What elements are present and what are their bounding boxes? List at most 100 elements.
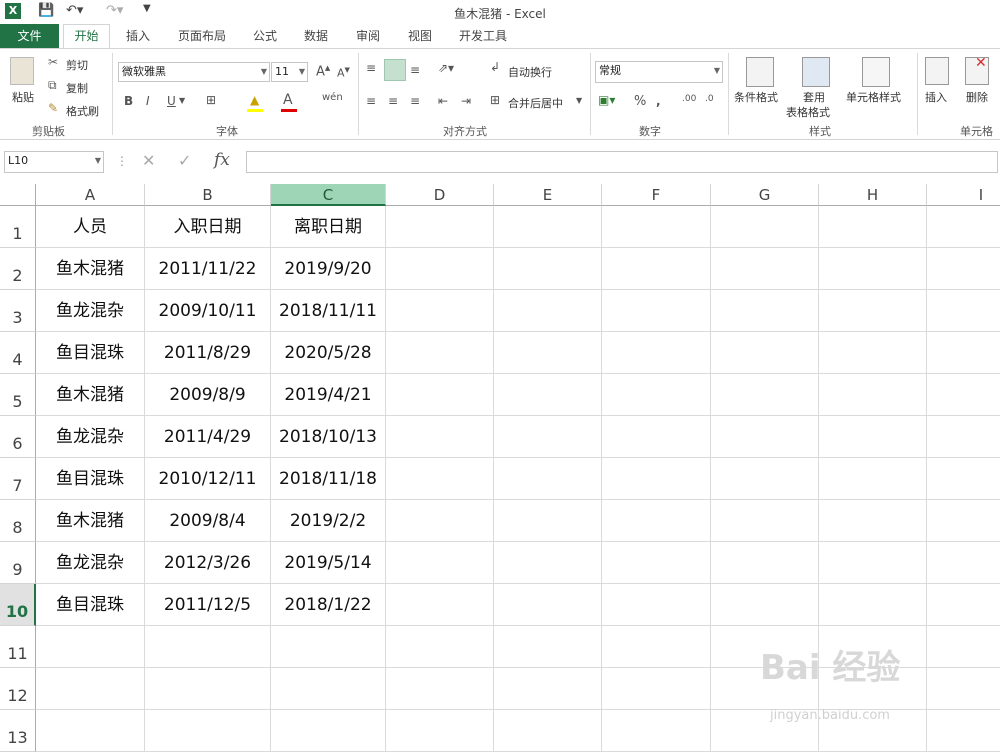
- cell-a12[interactable]: [36, 668, 145, 710]
- tab-review[interactable]: 审阅: [356, 27, 380, 44]
- cell-a2[interactable]: 鱼木混猪: [36, 248, 145, 290]
- align-left-icon[interactable]: ≡: [366, 94, 376, 108]
- cell-f10[interactable]: [602, 584, 711, 626]
- number-format-select[interactable]: 常规 ▼: [595, 61, 723, 83]
- comma-icon[interactable]: ,: [656, 94, 661, 108]
- row-header-7[interactable]: 7: [0, 458, 36, 500]
- cell-b11[interactable]: [145, 626, 271, 668]
- cell-i2[interactable]: [927, 248, 1000, 290]
- cell-a13[interactable]: [36, 710, 145, 752]
- cell-h7[interactable]: [819, 458, 927, 500]
- formula-input[interactable]: [246, 151, 998, 173]
- cell-d12[interactable]: [386, 668, 494, 710]
- cell-d1[interactable]: [386, 206, 494, 248]
- cell-c11[interactable]: [271, 626, 386, 668]
- cell-i4[interactable]: [927, 332, 1000, 374]
- cancel-icon[interactable]: ✕: [142, 151, 155, 170]
- cell-d9[interactable]: [386, 542, 494, 584]
- paste-icon[interactable]: [10, 57, 34, 85]
- cell-b4[interactable]: 2011/8/29: [145, 332, 271, 374]
- cell-f9[interactable]: [602, 542, 711, 584]
- cell-a3[interactable]: 鱼龙混杂: [36, 290, 145, 332]
- cell-i7[interactable]: [927, 458, 1000, 500]
- cell-e7[interactable]: [494, 458, 602, 500]
- row-header-8[interactable]: 8: [0, 500, 36, 542]
- row-header-3[interactable]: 3: [0, 290, 36, 332]
- row-header-12[interactable]: 12: [0, 668, 36, 710]
- cell-g8[interactable]: [711, 500, 819, 542]
- cell-f12[interactable]: [602, 668, 711, 710]
- align-center-icon[interactable]: ≡: [388, 94, 398, 108]
- cell-a7[interactable]: 鱼目混珠: [36, 458, 145, 500]
- cell-e4[interactable]: [494, 332, 602, 374]
- cell-d8[interactable]: [386, 500, 494, 542]
- cell-i13[interactable]: [927, 710, 1000, 752]
- cell-g10[interactable]: [711, 584, 819, 626]
- format-table-label-1[interactable]: 套用: [803, 89, 825, 105]
- cut-button[interactable]: 剪切: [66, 57, 88, 73]
- column-header-d[interactable]: D: [386, 184, 494, 206]
- orientation-icon[interactable]: ⇗▾: [438, 61, 454, 75]
- cell-c9[interactable]: 2019/5/14: [271, 542, 386, 584]
- cell-d13[interactable]: [386, 710, 494, 752]
- cell-h6[interactable]: [819, 416, 927, 458]
- cell-d7[interactable]: [386, 458, 494, 500]
- cell-g4[interactable]: [711, 332, 819, 374]
- cell-c7[interactable]: 2018/11/18: [271, 458, 386, 500]
- row-header-4[interactable]: 4: [0, 332, 36, 374]
- cell-c4[interactable]: 2020/5/28: [271, 332, 386, 374]
- column-header-i[interactable]: I: [927, 184, 1000, 206]
- row-header-13[interactable]: 13: [0, 710, 36, 752]
- cell-g3[interactable]: [711, 290, 819, 332]
- fill-color-icon[interactable]: ▲: [250, 93, 259, 107]
- cell-h5[interactable]: [819, 374, 927, 416]
- tab-insert[interactable]: 插入: [126, 27, 150, 44]
- increase-font-icon[interactable]: A▲: [316, 64, 330, 79]
- column-header-a[interactable]: A: [36, 184, 145, 206]
- cell-c8[interactable]: 2019/2/2: [271, 500, 386, 542]
- align-middle-icon[interactable]: [384, 59, 406, 81]
- row-header-5[interactable]: 5: [0, 374, 36, 416]
- cell-c5[interactable]: 2019/4/21: [271, 374, 386, 416]
- delete-button[interactable]: 删除: [966, 89, 988, 105]
- border-icon[interactable]: ⊞: [206, 93, 216, 107]
- decrease-decimal-icon[interactable]: .0: [705, 94, 714, 104]
- cell-d6[interactable]: [386, 416, 494, 458]
- cell-a1[interactable]: 人员: [36, 206, 145, 248]
- cell-e8[interactable]: [494, 500, 602, 542]
- cell-d5[interactable]: [386, 374, 494, 416]
- font-color-icon[interactable]: A: [283, 92, 293, 108]
- cell-f6[interactable]: [602, 416, 711, 458]
- cell-h8[interactable]: [819, 500, 927, 542]
- cell-i5[interactable]: [927, 374, 1000, 416]
- cell-e12[interactable]: [494, 668, 602, 710]
- name-box[interactable]: L10 ▼: [4, 151, 104, 173]
- phonetic-icon[interactable]: wén: [322, 92, 343, 103]
- cell-d10[interactable]: [386, 584, 494, 626]
- cell-c2[interactable]: 2019/9/20: [271, 248, 386, 290]
- bold-icon[interactable]: B: [124, 94, 133, 108]
- tab-view[interactable]: 视图: [408, 27, 432, 44]
- cell-g9[interactable]: [711, 542, 819, 584]
- cell-i10[interactable]: [927, 584, 1000, 626]
- format-painter-button[interactable]: 格式刷: [66, 103, 99, 119]
- cell-f4[interactable]: [602, 332, 711, 374]
- cell-d11[interactable]: [386, 626, 494, 668]
- tab-data[interactable]: 数据: [304, 27, 328, 44]
- cell-h2[interactable]: [819, 248, 927, 290]
- cell-f2[interactable]: [602, 248, 711, 290]
- cell-a11[interactable]: [36, 626, 145, 668]
- cell-h4[interactable]: [819, 332, 927, 374]
- column-header-b[interactable]: B: [145, 184, 271, 206]
- cell-b1[interactable]: 入职日期: [145, 206, 271, 248]
- tab-formulas[interactable]: 公式: [253, 27, 277, 44]
- cell-i1[interactable]: [927, 206, 1000, 248]
- cell-b13[interactable]: [145, 710, 271, 752]
- cell-a9[interactable]: 鱼龙混杂: [36, 542, 145, 584]
- cell-b8[interactable]: 2009/8/4: [145, 500, 271, 542]
- cell-b7[interactable]: 2010/12/11: [145, 458, 271, 500]
- cell-i6[interactable]: [927, 416, 1000, 458]
- cell-e9[interactable]: [494, 542, 602, 584]
- row-header-2[interactable]: 2: [0, 248, 36, 290]
- cell-i12[interactable]: [927, 668, 1000, 710]
